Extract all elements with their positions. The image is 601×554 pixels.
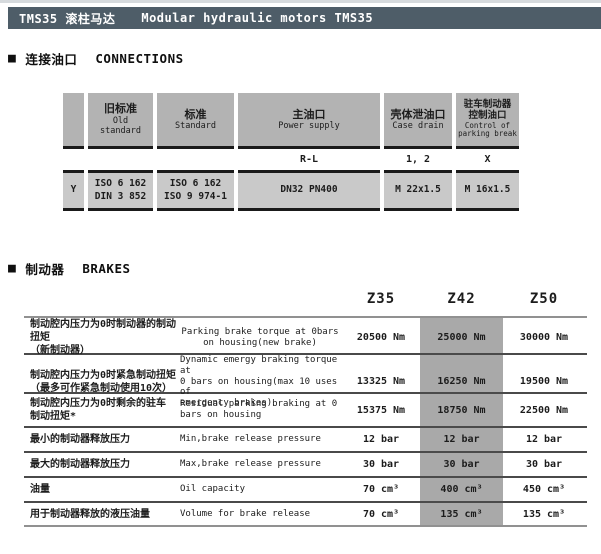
title-bar: TMS35 滚柱马达 Modular hydraulic motors TMS3… bbox=[8, 7, 601, 29]
connections-header-corner bbox=[63, 93, 84, 149]
value-case-drain: M 22x1.5 bbox=[384, 170, 452, 211]
value-z50: 22500 Nm bbox=[505, 405, 583, 416]
value-old-standard: ISO 6 162 DIN 3 852 bbox=[88, 170, 153, 211]
datasheet-page: TMS35 滚柱马达 Modular hydraulic motors TMS3… bbox=[0, 0, 601, 554]
value-z35: 70 cm³ bbox=[344, 509, 418, 520]
table-row-residual-parking-braking: 制动腔内压力为0时剩余的驻车 制动扭矩* Residual parking br… bbox=[24, 394, 587, 428]
column-header-z42: Z42 bbox=[418, 291, 505, 307]
row-label-cn: 最小的制动器释放压力 bbox=[30, 433, 180, 446]
value-z35: 15375 Nm bbox=[344, 405, 418, 416]
table-row-parking-brake-torque: 制动腔内压力为0时制动器的制动扭矩 （新制动器） Parking brake t… bbox=[24, 318, 587, 355]
column-header-z35: Z35 bbox=[344, 291, 418, 307]
value-z35: 70 cm³ bbox=[344, 484, 418, 495]
connections-heading-cn: 连接油口 bbox=[25, 49, 77, 68]
col-standard-cn: 标准 bbox=[185, 108, 207, 122]
port-label-power-supply: R-L bbox=[238, 149, 380, 170]
row-label-en: Min,brake release pressure bbox=[180, 434, 344, 445]
table-row-max-release-pressure: 最大的制动器释放压力 Max,brake release pressure 30… bbox=[24, 453, 587, 478]
brakes-heading-en: BRAKES bbox=[82, 261, 130, 276]
row-label-cn: 用于制动器释放的液压油量 bbox=[30, 508, 180, 521]
col-parking-en: Control of parking break bbox=[458, 122, 517, 139]
value-z42: 16250 Nm bbox=[418, 376, 505, 387]
value-z50: 135 cm³ bbox=[505, 509, 583, 520]
row-label-en: Parking brake torque at 0bars on housing… bbox=[180, 327, 344, 349]
value-parking: M 16x1.5 bbox=[456, 170, 519, 211]
column-header-z50: Z50 bbox=[505, 291, 583, 307]
row-label-en: Volume for brake release bbox=[180, 509, 344, 520]
row-label-en: Oil capacity bbox=[180, 484, 344, 495]
connections-heading-en: CONNECTIONS bbox=[95, 51, 183, 66]
brakes-table-body: 制动腔内压力为0时制动器的制动扭矩 （新制动器） Parking brake t… bbox=[24, 318, 587, 527]
value-z50: 12 bar bbox=[505, 434, 583, 445]
connections-table: 旧标准 Old standard 标准 Standard 主油口 Power s… bbox=[63, 93, 519, 211]
value-z42: 18750 Nm bbox=[418, 405, 505, 416]
table-row-emergency-braking-torque: 制动腔内压力为0时紧急制动扭矩 （最多可作紧急制动使用10次） Dynamic … bbox=[24, 355, 587, 394]
value-power-supply: DN32 PN400 bbox=[238, 170, 380, 211]
col-old-standard-en: Old standard bbox=[100, 116, 141, 136]
value-z42: 135 cm³ bbox=[418, 509, 505, 520]
row-label-cn: 制动腔内压力为0时剩余的驻车 制动扭矩* bbox=[30, 397, 180, 423]
value-standard: ISO 6 162 ISO 9 974-1 bbox=[157, 170, 234, 211]
brakes-heading-cn: 制动器 bbox=[25, 259, 64, 278]
row-label-y: Y bbox=[63, 170, 84, 211]
row-label-cn: 最大的制动器释放压力 bbox=[30, 458, 180, 471]
brakes-section-heading: ■ 制动器 BRAKES bbox=[8, 259, 131, 278]
section-bullet-icon: ■ bbox=[8, 262, 16, 275]
value-z42: 30 bar bbox=[418, 459, 505, 470]
col-old-standard-cn: 旧标准 bbox=[104, 102, 137, 116]
value-z50: 30000 Nm bbox=[505, 332, 583, 343]
value-z35: 13325 Nm bbox=[344, 376, 418, 387]
table-row-oil-capacity: 油量 Oil capacity 70 cm³ 400 cm³ 450 cm³ bbox=[24, 478, 587, 503]
section-bullet-icon: ■ bbox=[8, 52, 16, 65]
brakes-table: Z35 Z42 Z50 制动腔内压力为0时制动器的制动扭矩 （新制动器） Par… bbox=[24, 288, 587, 527]
connections-header-power-supply: 主油口 Power supply bbox=[238, 93, 380, 149]
value-z35: 12 bar bbox=[344, 434, 418, 445]
connections-header-parking-brake: 驻车制动器 控制油口 Control of parking break bbox=[456, 93, 519, 149]
col-power-supply-cn: 主油口 bbox=[293, 108, 326, 122]
col-parking-cn: 驻车制动器 控制油口 bbox=[464, 100, 512, 122]
value-z50: 450 cm³ bbox=[505, 484, 583, 495]
col-power-supply-en: Power supply bbox=[278, 121, 339, 131]
title-bar-en: Modular hydraulic motors TMS35 bbox=[141, 11, 373, 25]
connections-section-heading: ■ 连接油口 CONNECTIONS bbox=[8, 49, 184, 68]
value-z50: 19500 Nm bbox=[505, 376, 583, 387]
row-label-en: Max,brake release pressure bbox=[180, 459, 344, 470]
connections-header-old-standard: 旧标准 Old standard bbox=[88, 93, 153, 149]
value-z35: 30 bar bbox=[344, 459, 418, 470]
row-label-cn: 油量 bbox=[30, 483, 180, 496]
port-label-case-drain: 1, 2 bbox=[384, 149, 452, 170]
value-z42: 12 bar bbox=[418, 434, 505, 445]
row-label-cn: 制动腔内压力为0时制动器的制动扭矩 （新制动器） bbox=[30, 318, 180, 357]
table-row-volume-for-brake-release: 用于制动器释放的液压油量 Volume for brake release 70… bbox=[24, 503, 587, 527]
table-row-min-release-pressure: 最小的制动器释放压力 Min,brake release pressure 12… bbox=[24, 428, 587, 453]
row-label-en: Residual parking braking at 0 bars on ho… bbox=[180, 399, 344, 421]
title-bar-cn: TMS35 滚柱马达 bbox=[19, 10, 115, 27]
col-standard-en: Standard bbox=[175, 121, 216, 131]
brakes-table-header: Z35 Z42 Z50 bbox=[24, 288, 587, 318]
connections-header-case-drain: 壳体泄油口 Case drain bbox=[384, 93, 452, 149]
value-z35: 20500 Nm bbox=[344, 332, 418, 343]
connections-header-standard: 标准 Standard bbox=[157, 93, 234, 149]
value-z50: 30 bar bbox=[505, 459, 583, 470]
port-label-parking: X bbox=[456, 149, 519, 170]
page-top-edge bbox=[0, 0, 601, 3]
col-case-drain-en: Case drain bbox=[392, 121, 443, 131]
row-label-cn: 制动腔内压力为0时紧急制动扭矩 （最多可作紧急制动使用10次） bbox=[30, 369, 180, 395]
col-case-drain-cn: 壳体泄油口 bbox=[391, 108, 446, 122]
value-z42: 400 cm³ bbox=[418, 484, 505, 495]
value-z42: 25000 Nm bbox=[418, 332, 505, 343]
